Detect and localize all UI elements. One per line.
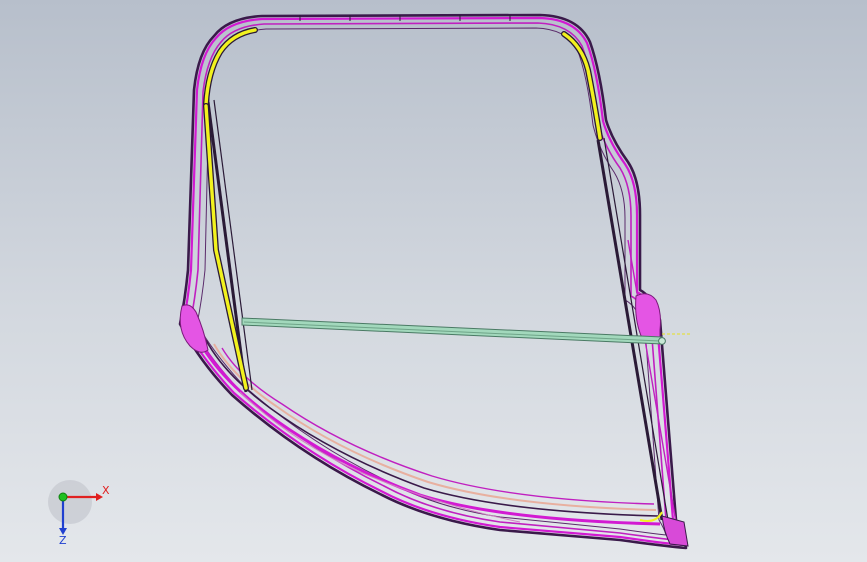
x-axis-label: X <box>102 484 110 497</box>
lower-rail-highlight <box>213 343 657 511</box>
door-lower-rail[interactable] <box>194 334 661 526</box>
impact-beam[interactable] <box>241 317 690 345</box>
seal-right-upper <box>561 31 603 141</box>
window-right-channel-3 <box>627 239 677 523</box>
bottom-corner-bracket[interactable] <box>661 515 689 547</box>
door-outer-frame[interactable] <box>178 13 688 550</box>
lower-rail-outer <box>194 334 661 526</box>
impact-beam-shading <box>243 321 661 342</box>
graphics-viewport[interactable]: X Z <box>0 0 867 562</box>
impact-beam-end-cap <box>658 337 666 345</box>
triad-shadow <box>48 480 92 524</box>
z-axis-label: Z <box>59 534 67 546</box>
frame-outline-outer <box>181 16 684 547</box>
y-axis-dot-icon <box>58 492 68 502</box>
door-frame-model[interactable] <box>0 0 867 562</box>
coordinate-triad[interactable]: X Z <box>44 480 114 546</box>
window-left-channel-2 <box>213 99 253 391</box>
frame-outline-dark <box>178 13 688 550</box>
left-hinge-bracket[interactable] <box>179 304 209 353</box>
lower-rail-inner <box>221 347 655 505</box>
right-latch-bracket[interactable] <box>635 293 661 342</box>
window-opening-frame[interactable] <box>206 99 677 523</box>
